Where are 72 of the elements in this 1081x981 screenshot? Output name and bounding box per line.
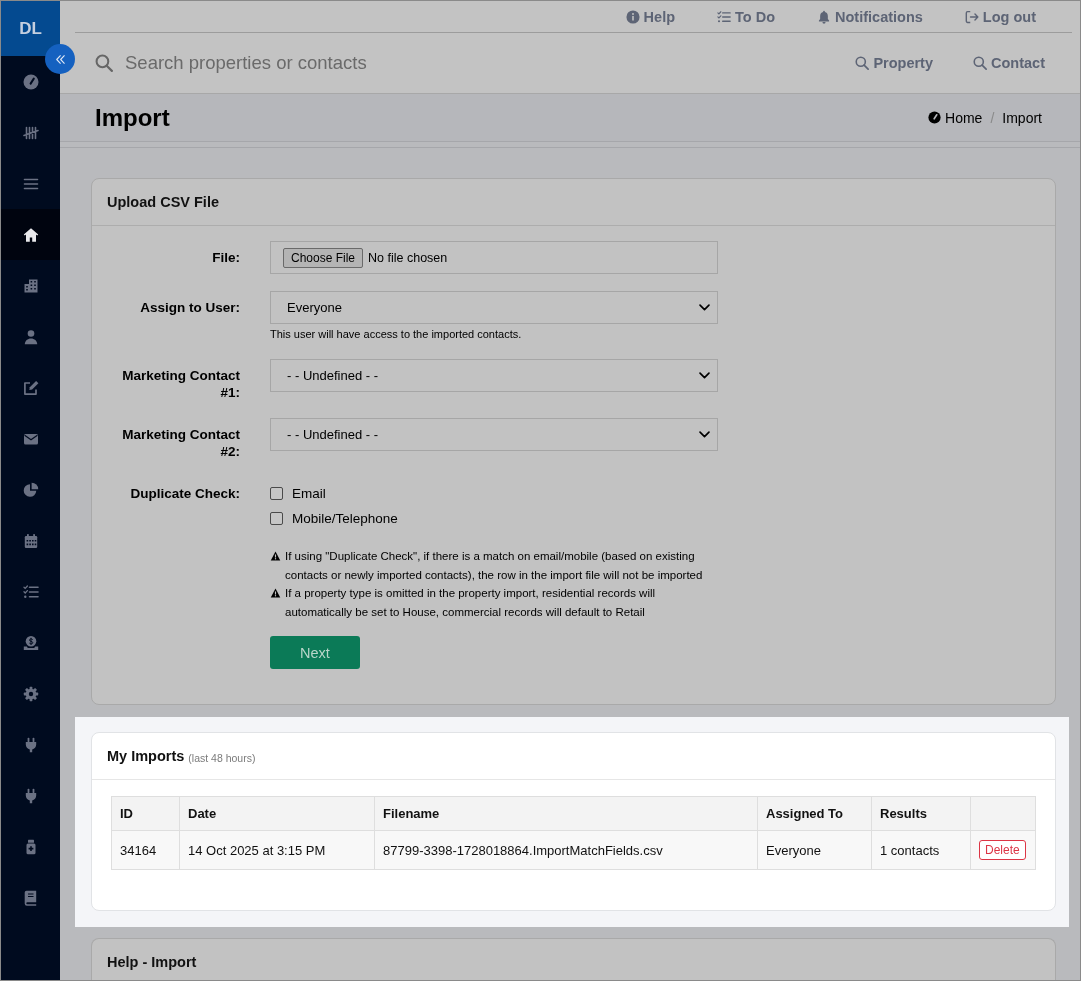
warning-icon [270,551,281,561]
file-status-text: No file chosen [368,250,448,265]
table-cell: 87799-3398-1728018864.ImportMatchFields.csv [374,830,758,870]
search-icon [973,56,987,70]
search-type-button[interactable]: Property [855,55,933,71]
tally-icon [22,124,39,141]
field-label: Marketing Contact #2: [121,426,240,460]
logout-icon [964,9,979,24]
card-title: Upload CSV File [107,194,219,210]
checklist-icon [717,9,732,24]
page-title: Import [95,103,170,132]
warning-note: If using "Duplicate Check", if there is a match on email/mobile (based on existing contacts or newly imported contacts), the row in the import file will not be imported [285,549,704,583]
field-label: Duplicate Check: [129,485,240,502]
checkbox[interactable] [270,487,283,500]
calendar-icon [22,532,39,549]
choose-file-button[interactable]: Choose File [283,247,364,268]
brand-logo[interactable]: DL [1,1,60,56]
column-header: ID [111,796,180,831]
home-icon [22,226,39,243]
sidebar-item[interactable] [1,209,60,260]
field-label: Assign to User: [139,299,240,316]
checkbox[interactable] [270,512,283,525]
delete-button[interactable]: Delete [979,840,1026,860]
card-title: My Imports [107,748,185,764]
chevron-down-icon [699,302,710,313]
info-icon [625,9,640,24]
checkbox-label[interactable]: Email [292,486,326,501]
pie-chart-icon [22,481,39,498]
breadcrumb-link[interactable]: Home [928,109,983,126]
column-header: Assigned To [757,796,872,831]
table-cell: 1 contacts [871,830,971,870]
column-header: Date [179,796,375,831]
chevron-down-icon [699,370,710,381]
coin-icon [22,634,39,651]
edit-icon [22,379,39,396]
warning-icon [270,588,281,598]
nav-link[interactable]: To Do [717,8,776,25]
checklist-icon [22,583,39,600]
chevron-down-icon [699,429,710,440]
book-icon [22,889,39,906]
table-cell: 34164 [111,830,180,870]
field-label: Marketing Contact #1: [121,367,240,401]
bell-icon [817,9,832,24]
file-field[interactable]: Choose File No file chosen [270,241,718,274]
person-icon [22,328,39,345]
help-text: This user will have access to the imported contacts. [270,327,523,342]
search-type-button[interactable]: Contact [973,55,1045,71]
select-field[interactable]: - - Undefined - - [270,359,718,392]
warning-note: If a property type is omitted in the property import, residential records will automatically be set to House, commercial records will default to Retail [285,586,657,620]
checkbox-label[interactable]: Mobile/Telephone [292,511,398,526]
search-icon [95,54,113,72]
search-field[interactable]: Search properties or contacts [125,52,425,74]
nav-link[interactable]: Log out [964,8,1036,25]
breadcrumb-current: Import [1002,109,1042,126]
select-field[interactable]: Everyone [270,291,718,324]
search-icon [855,56,870,70]
double-chevron-left-icon [54,53,66,65]
buildings-icon [22,277,39,294]
next-button[interactable]: Next [270,636,360,669]
table-cell: 14 Oct 2025 at 3:15 PM [179,830,375,870]
gauge-icon [928,111,942,124]
column-header: Filename [374,796,758,831]
nav-link[interactable]: Help [625,8,676,25]
card-title: Help - Import [107,954,197,970]
breadcrumb-separator: / [990,109,995,126]
nav-link[interactable]: Notifications [817,8,923,25]
select-field[interactable]: - - Undefined - - [270,418,718,451]
field-label: File: [211,249,240,266]
table-cell: Everyone [757,830,872,870]
gauge-icon [22,73,39,90]
column-header: Results [871,796,971,831]
card-subtitle: (last 48 hours) [188,751,256,764]
